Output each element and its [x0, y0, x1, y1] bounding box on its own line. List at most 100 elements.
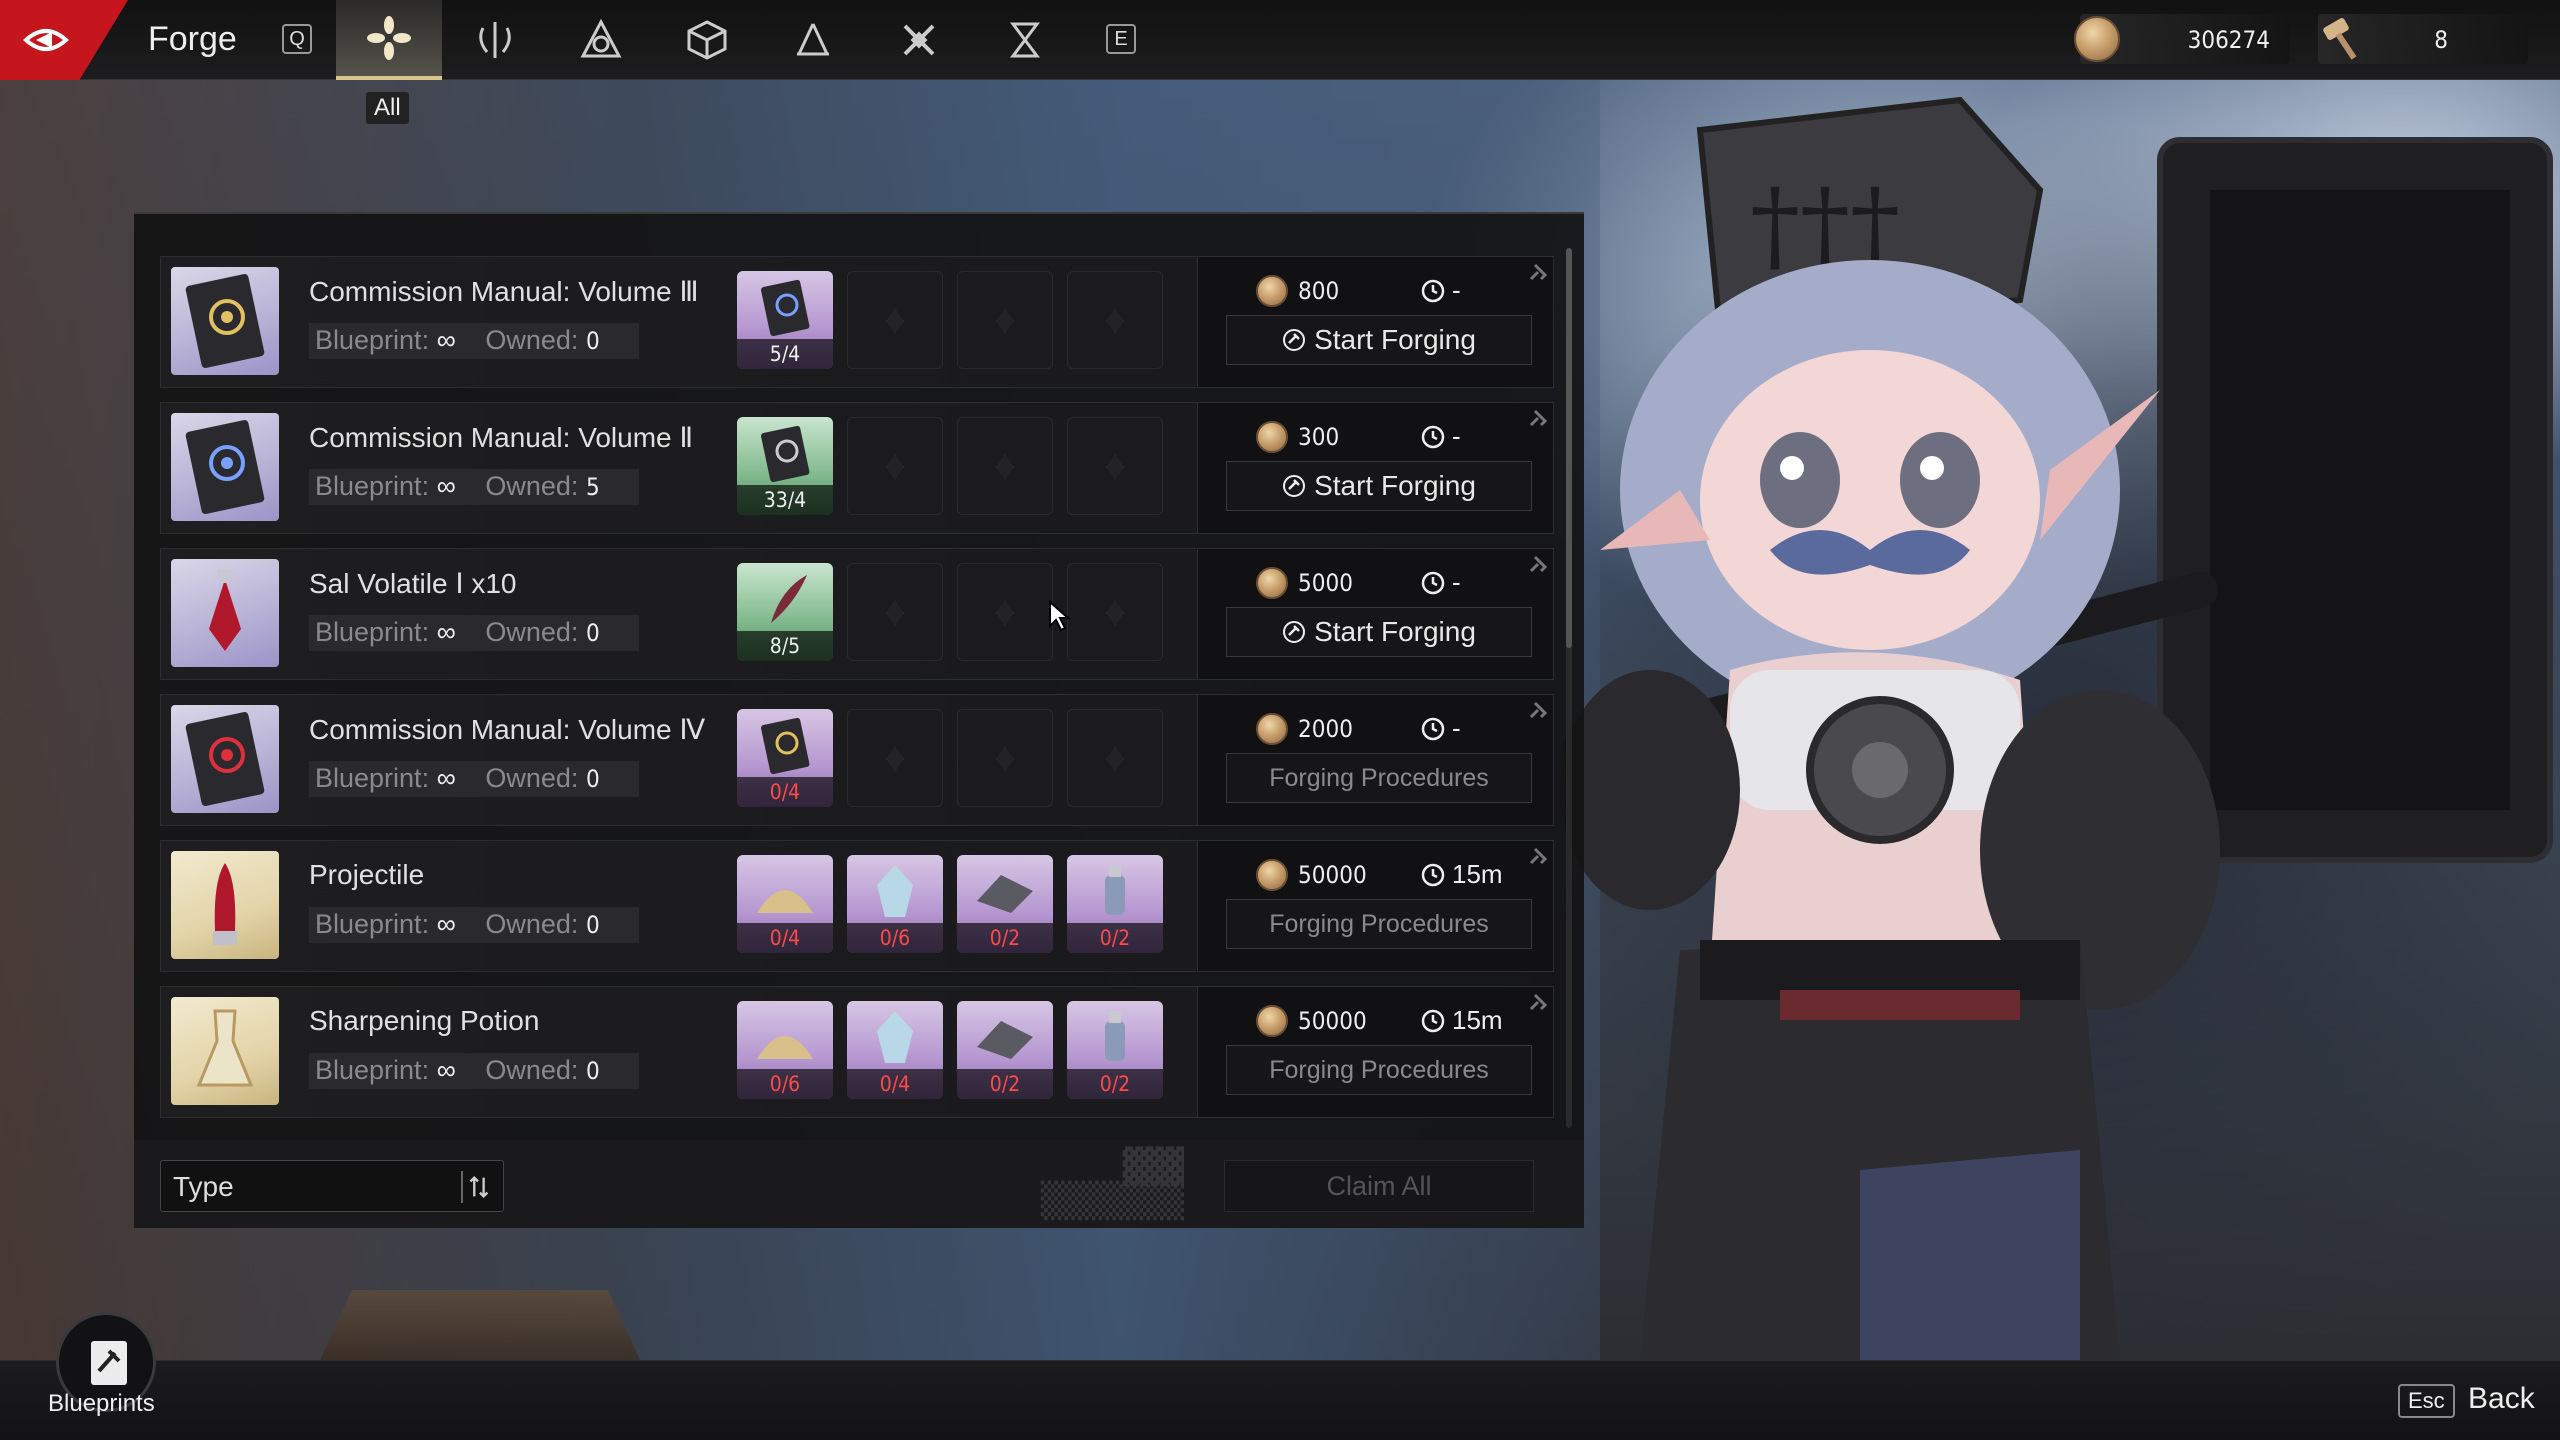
material-slot-empty [847, 563, 943, 661]
prev-tab-key[interactable]: Q [282, 24, 312, 54]
claim-all-button[interactable]: Claim All [1224, 1160, 1534, 1212]
material-slot[interactable]: 0/2 [1067, 1001, 1163, 1099]
shield-sword-icon [479, 22, 511, 58]
material-slot-empty [1067, 271, 1163, 369]
clock-icon [1421, 279, 1445, 302]
coin-icon [1256, 567, 1288, 599]
material-slot[interactable]: 0/2 [1067, 855, 1163, 953]
scrollbar-thumb[interactable] [1566, 248, 1572, 648]
material-slot[interactable]: 0/6 [847, 855, 943, 953]
recipe-action-area: 50000 15m Forging Procedures [1197, 841, 1553, 971]
recipe-row[interactable]: Sharpening Potion Blueprint: ∞ Owned: 0 … [160, 986, 1554, 1118]
material-slot[interactable]: 0/2 [957, 1001, 1053, 1099]
pin-icon[interactable] [1527, 699, 1549, 721]
flask-icon [1105, 865, 1125, 915]
type-filter-label: Type [173, 1171, 234, 1202]
cost-value: 50000 [1298, 1007, 1367, 1035]
material-count: 0/2 [957, 923, 1053, 953]
recipe-name: Projectile [309, 859, 425, 890]
tab-components[interactable] [548, 0, 654, 80]
blueprint-value: ∞ [436, 617, 456, 647]
tab-tools[interactable] [760, 0, 866, 80]
tab-time[interactable] [972, 0, 1078, 80]
coin-icon [1256, 859, 1288, 891]
recipe-thumbnail [171, 705, 279, 813]
pin-icon[interactable] [1527, 553, 1549, 575]
tab-all[interactable] [336, 0, 442, 80]
start-forging-button[interactable]: Start Forging [1226, 607, 1532, 657]
recipe-thumbnail [171, 413, 279, 521]
recipe-thumbnail [171, 851, 279, 959]
sand-pile-icon [757, 890, 813, 913]
forge-cost: 5000 [1256, 567, 1353, 599]
material-slot[interactable]: 0/2 [957, 855, 1053, 953]
owned-value: 0 [585, 1057, 600, 1085]
forge-time: 15m [1420, 1005, 1503, 1036]
cost-value: 800 [1298, 277, 1340, 305]
material-slot-empty [957, 271, 1053, 369]
recipe-row[interactable]: Commission Manual: Volume Ⅲ Blueprint: ∞… [160, 256, 1554, 388]
forge-cost: 50000 [1256, 859, 1367, 891]
pin-icon[interactable] [1527, 261, 1549, 283]
action-label: Start Forging [1314, 470, 1476, 501]
recipe-row[interactable]: Commission Manual: Volume Ⅱ Blueprint: ∞… [160, 402, 1554, 534]
panel-bottom-bar: Type ▓▓▓ ▒▒▒▒▒▒▒ Claim All [134, 1140, 1584, 1228]
time-value: - [1452, 567, 1461, 597]
pin-icon[interactable] [1527, 407, 1549, 429]
recipe-name: Sal Volatile Ⅰ x10 [309, 568, 517, 599]
potion-vial-icon [209, 569, 241, 651]
manual-book-icon [185, 420, 265, 514]
recipe-list-scrollbar[interactable] [1566, 248, 1572, 1128]
pin-icon[interactable] [1527, 845, 1549, 867]
forging-procedures-button[interactable]: Forging Procedures [1226, 899, 1532, 949]
footer-bar [0, 1360, 2560, 1440]
compass-icon [797, 23, 829, 56]
decorative-stamp: ▓▓▓ ▒▒▒▒▒▒▒ [1040, 1147, 1184, 1221]
pin-icon[interactable] [1527, 991, 1549, 1013]
clock-icon [1421, 571, 1445, 594]
recipe-row[interactable]: Projectile Blueprint: ∞ Owned: 0 0/4 0/6… [160, 840, 1554, 972]
material-slot[interactable]: 0/4 [737, 855, 833, 953]
time-value: 15m [1452, 859, 1503, 889]
blueprint-label: Blueprint: [315, 763, 430, 793]
forge-cost: 2000 [1256, 713, 1353, 745]
tab-crafting[interactable] [866, 0, 972, 80]
material-slot-empty [957, 417, 1053, 515]
blueprint-label: Blueprint: [315, 617, 430, 647]
material-slot[interactable]: 5/4 [737, 271, 833, 369]
blacksmith-character-illustration: ††† [1560, 96, 2553, 1360]
material-slot[interactable]: 0/4 [847, 1001, 943, 1099]
forging-procedures-button[interactable]: Forging Procedures [1226, 753, 1532, 803]
recipe-stats: Blueprint: ∞ Owned: 0 [309, 907, 639, 943]
next-tab-key[interactable]: E [1106, 24, 1136, 54]
material-slot[interactable]: 0/4 [737, 709, 833, 807]
owned-value: 5 [585, 473, 600, 501]
back-logo-button[interactable] [0, 0, 128, 80]
recipe-stats: Blueprint: ∞ Owned: 0 [309, 1053, 639, 1089]
owned-label: Owned: [485, 909, 579, 939]
material-count: 0/6 [847, 923, 943, 953]
manual-book-icon [185, 274, 265, 368]
start-forging-button[interactable]: Start Forging [1226, 315, 1532, 365]
material-slot[interactable]: 33/4 [737, 417, 833, 515]
tab-materials[interactable] [654, 0, 760, 80]
clock-icon [1421, 717, 1445, 740]
forging-procedures-button[interactable]: Forging Procedures [1226, 1045, 1532, 1095]
sort-icon[interactable] [461, 1171, 493, 1203]
hourglass-icon [1010, 22, 1040, 58]
esc-key[interactable]: Esc [2398, 1384, 2455, 1418]
recipe-stats: Blueprint: ∞ Owned: 0 [309, 761, 639, 797]
recipe-row[interactable]: Commission Manual: Volume Ⅳ Blueprint: ∞… [160, 694, 1554, 826]
manual-book-icon [761, 279, 810, 337]
material-slot[interactable]: 0/6 [737, 1001, 833, 1099]
type-filter-dropdown[interactable]: Type [160, 1160, 504, 1212]
mouse-cursor-icon [1049, 600, 1071, 632]
blueprints-label: Blueprints [48, 1390, 155, 1417]
material-slot[interactable]: 8/5 [737, 563, 833, 661]
recipe-row[interactable]: Sal Volatile Ⅰ x10 Blueprint: ∞ Owned: 0… [160, 548, 1554, 680]
back-button[interactable]: Back [2468, 1382, 2535, 1416]
forge-time: - [1420, 567, 1461, 598]
start-forging-button[interactable]: Start Forging [1226, 461, 1532, 511]
tab-weapons[interactable] [442, 0, 548, 80]
hammer-amount: 8 [2434, 26, 2448, 54]
